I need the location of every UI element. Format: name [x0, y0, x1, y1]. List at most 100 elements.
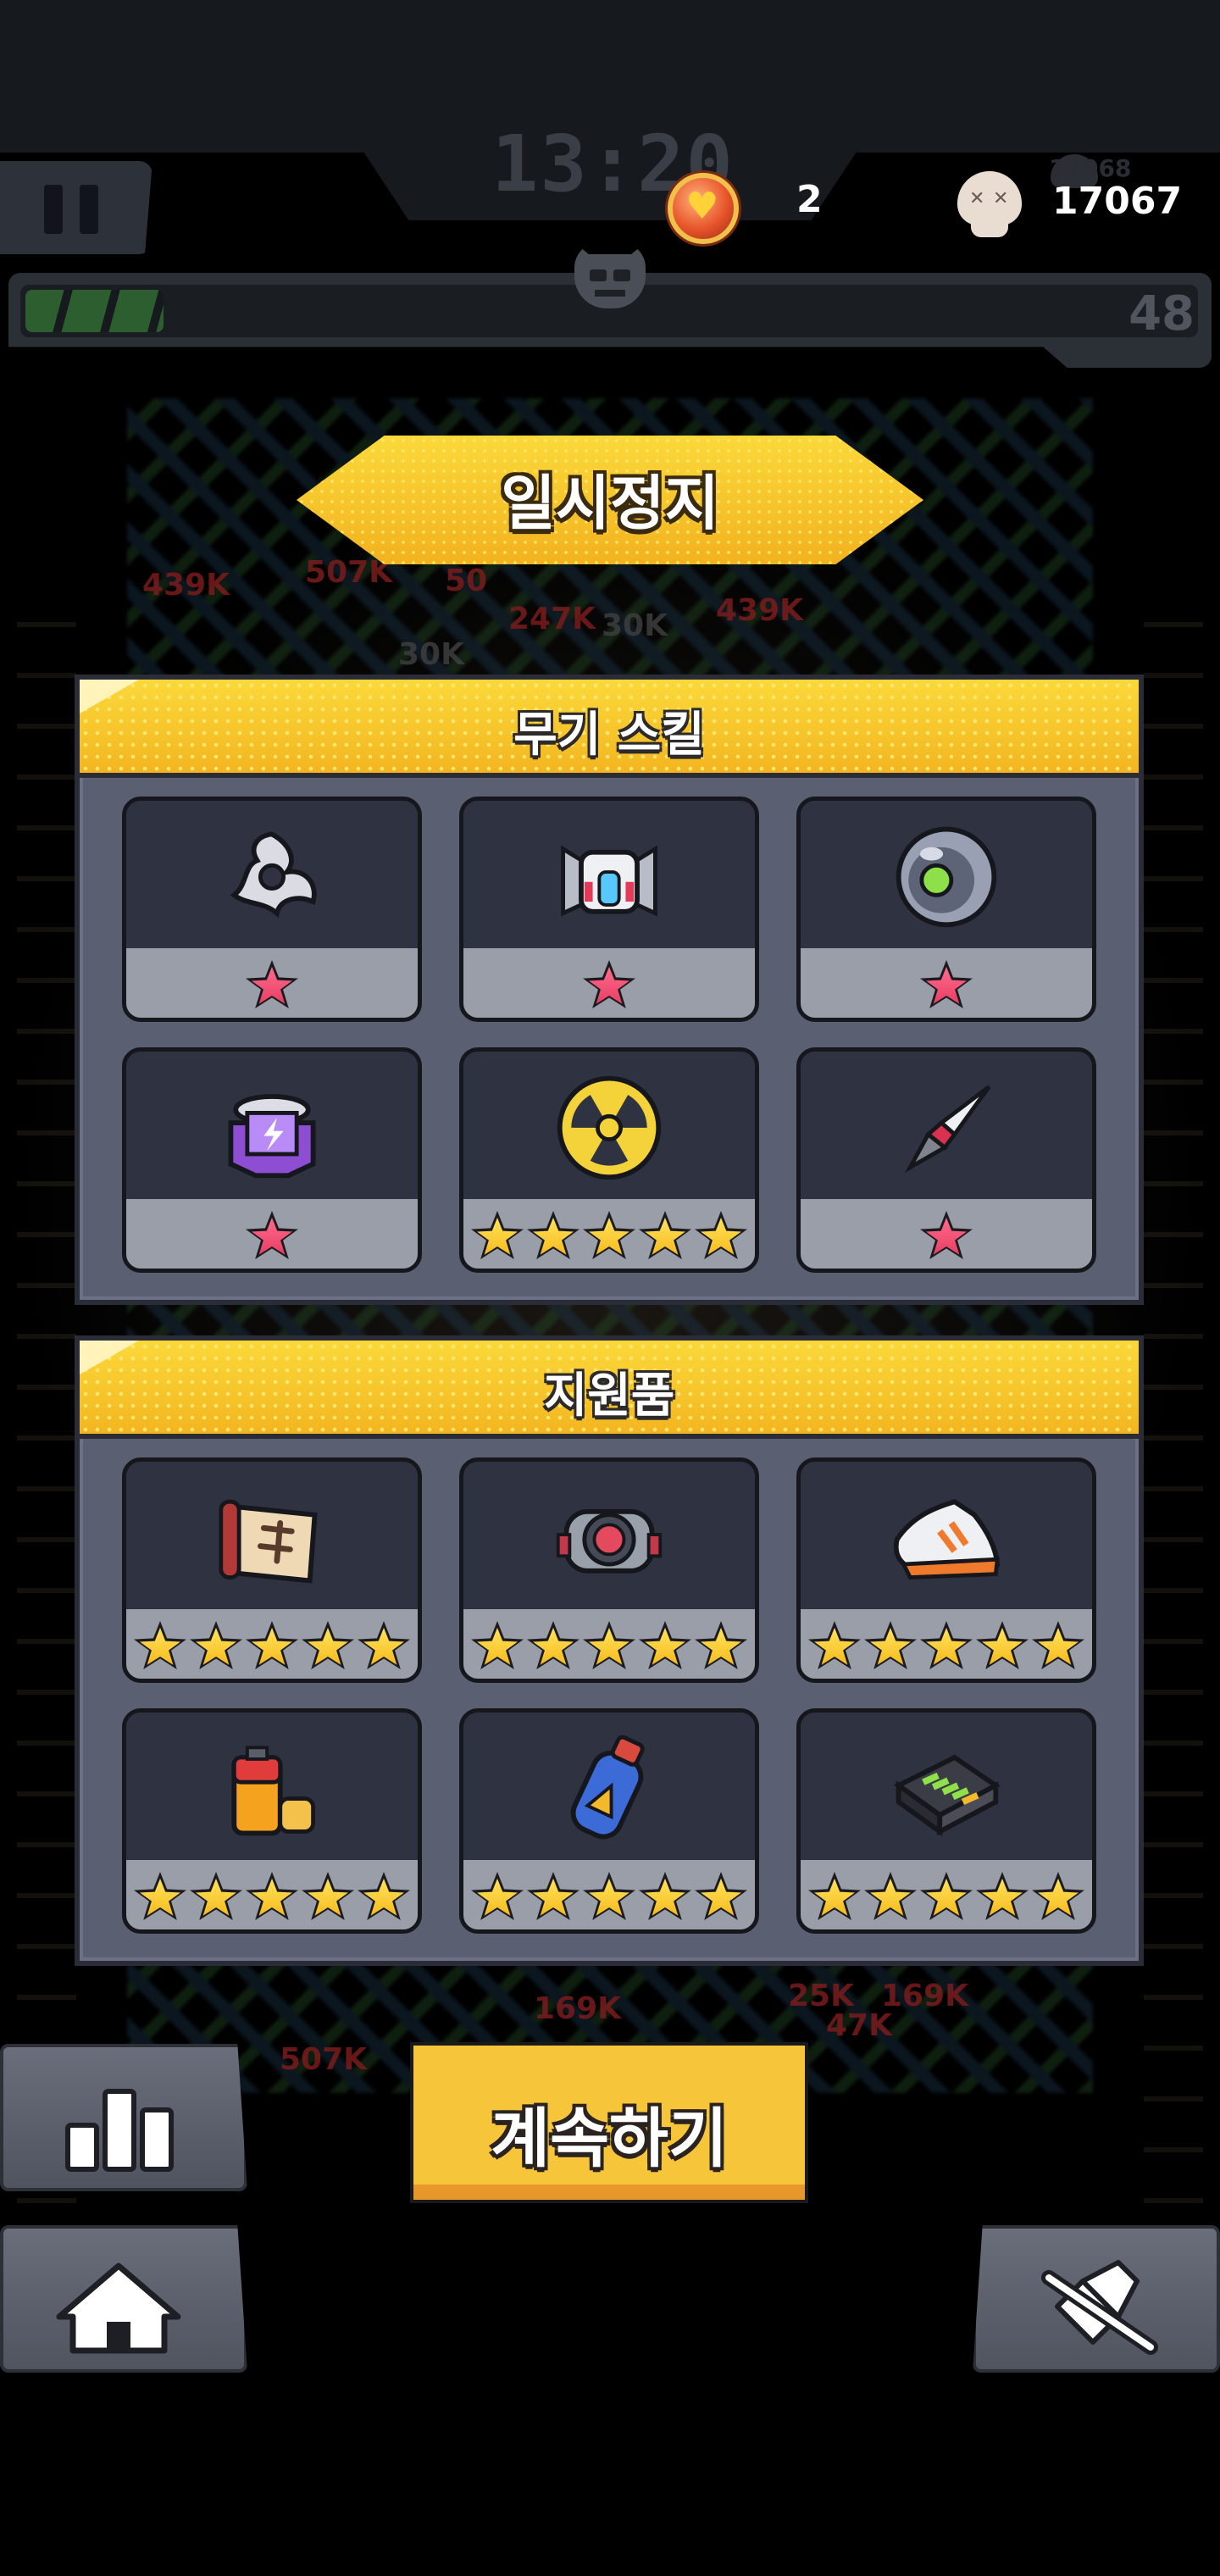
weapon-skill-slot[interactable] — [122, 1047, 422, 1273]
kill-count-shadow: 17068 — [1049, 154, 1132, 182]
slot-icon-area — [126, 1052, 418, 1199]
boss-skull-icon — [566, 236, 654, 314]
slot-icon-area — [463, 801, 755, 948]
star-icon — [190, 1621, 242, 1672]
stats-button[interactable] — [0, 2044, 247, 2191]
star-icon — [358, 1621, 410, 1672]
continue-button-edge — [413, 2185, 805, 2200]
star-rating — [463, 1621, 755, 1674]
star-icon — [808, 1872, 861, 1923]
supply-slot[interactable] — [122, 1708, 422, 1934]
star-rating — [463, 1872, 755, 1924]
weapon-skills-panel: 무기 스킬 — [75, 675, 1144, 1305]
home-icon — [56, 2262, 181, 2354]
weapon-skill-slot[interactable] — [459, 1047, 759, 1273]
continue-button[interactable]: 계속하기 — [410, 2042, 808, 2203]
boss-head — [574, 242, 646, 308]
star-icon — [246, 1621, 298, 1672]
star-icon — [639, 1621, 691, 1672]
scroll-icon — [219, 1499, 318, 1584]
xp-bar-fill — [25, 290, 164, 332]
skull-eye: ✕ — [993, 188, 1009, 209]
pause-icon — [44, 185, 63, 234]
damage-number: 247K — [508, 602, 596, 636]
star-icon — [134, 1872, 186, 1923]
boss-eye — [590, 269, 607, 281]
star-icon — [583, 1872, 635, 1923]
page-title: 일시정지 — [501, 469, 719, 538]
radiation-icon — [557, 1075, 662, 1180]
weapon-skill-slot[interactable] — [122, 797, 422, 1022]
slot-icon-area — [463, 1052, 755, 1199]
battery-icon — [231, 1746, 316, 1836]
supply-slot[interactable] — [122, 1457, 422, 1683]
sound-off-icon — [1041, 2260, 1158, 2355]
slot-icon-area — [126, 1713, 418, 1860]
star-icon — [920, 1872, 973, 1923]
supply-slot[interactable] — [459, 1708, 759, 1934]
background-rail-left — [17, 593, 76, 2203]
skull-jaw — [971, 215, 1008, 237]
supplies-title: 지원품 — [543, 1368, 675, 1424]
supplies-panel: 지원품 — [75, 1335, 1144, 1966]
star-icon — [583, 1621, 635, 1672]
star-icon — [471, 1872, 524, 1923]
damage-number: 30K — [602, 608, 668, 643]
star-icon — [920, 1211, 973, 1262]
background-rail-right — [1144, 593, 1203, 2203]
star-rating — [801, 1872, 1092, 1924]
sound-toggle-button[interactable] — [973, 2225, 1220, 2373]
damage-number: 47K — [826, 2008, 892, 2043]
kill-count: 17067 — [1052, 180, 1183, 223]
star-icon — [920, 960, 973, 1011]
damage-number: 169K — [881, 1979, 969, 2013]
power-pack-icon — [894, 1754, 1001, 1837]
supply-slot[interactable] — [796, 1457, 1096, 1683]
slot-icon-area — [801, 1052, 1092, 1199]
star-icon — [246, 1211, 298, 1262]
supply-slot[interactable] — [796, 1708, 1096, 1934]
star-icon — [864, 1621, 917, 1672]
heart-icon: ♥ — [685, 185, 719, 228]
star-icon — [1032, 1872, 1084, 1923]
star-rating — [463, 1211, 755, 1263]
star-icon — [808, 1621, 861, 1672]
bar-chart-icon — [65, 2089, 174, 2172]
star-icon — [527, 1872, 580, 1923]
kunai-icon — [904, 1085, 991, 1173]
pause-button[interactable] — [0, 161, 152, 254]
sneaker-icon — [893, 1498, 1001, 1580]
star-rating — [801, 960, 1092, 1013]
slot-icon-area — [126, 801, 418, 948]
pause-icon-bar — [80, 185, 98, 234]
player-level: 48 — [1128, 286, 1195, 341]
star-icon — [583, 1211, 635, 1262]
supply-slot[interactable] — [459, 1457, 759, 1683]
slot-icon-area — [801, 1713, 1092, 1860]
continue-button-label: 계속하기 — [491, 2101, 728, 2176]
damage-number: 439K — [716, 593, 804, 628]
star-icon — [1032, 1621, 1084, 1672]
fuel-canister-icon — [570, 1735, 645, 1840]
boss-eye — [613, 269, 630, 281]
slot-icon-area — [801, 1462, 1092, 1609]
star-icon — [695, 1211, 747, 1262]
heart-coin-icon: ♥ — [668, 173, 739, 244]
star-icon — [190, 1872, 242, 1923]
star-icon — [864, 1872, 917, 1923]
boss-mouth — [595, 290, 625, 297]
weapon-skill-slot[interactable] — [796, 797, 1096, 1022]
weapon-skills-title: 무기 스킬 — [513, 708, 705, 763]
home-button[interactable] — [0, 2225, 247, 2373]
damage-number: 50 — [445, 564, 488, 598]
star-rating — [463, 960, 755, 1013]
weapon-skill-slot[interactable] — [796, 1047, 1096, 1273]
skull-eye: ✕ — [969, 188, 985, 209]
shuriken-icon — [230, 831, 317, 919]
slot-icon-area — [463, 1713, 755, 1860]
star-rating — [126, 1621, 418, 1674]
weapon-skill-slot[interactable] — [459, 797, 759, 1022]
slot-icon-area — [463, 1462, 755, 1609]
star-icon — [920, 1621, 973, 1672]
star-rating — [801, 1211, 1092, 1263]
